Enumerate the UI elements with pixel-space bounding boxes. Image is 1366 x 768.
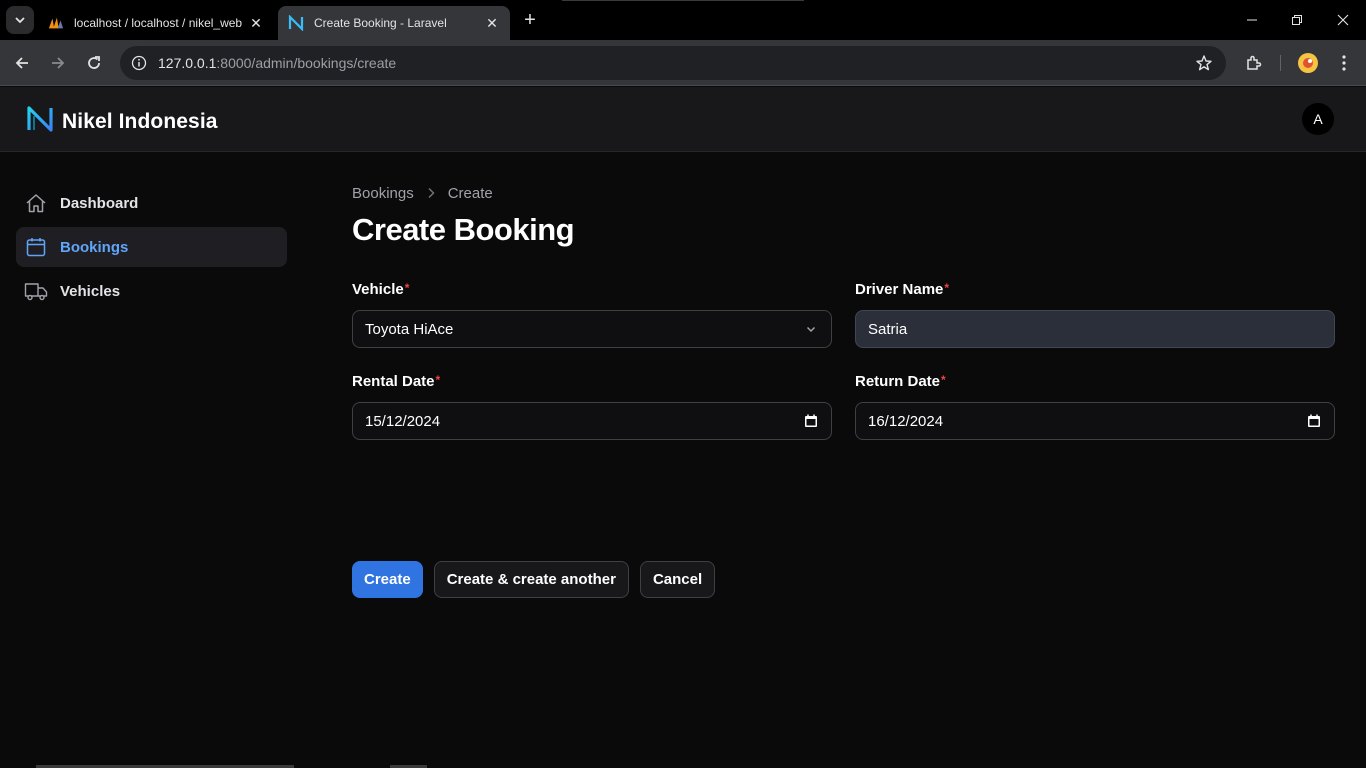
main-content: Bookings Create Create Booking Vehicle* … xyxy=(352,183,1335,598)
site-info-icon[interactable] xyxy=(122,46,156,80)
vehicle-select-value: Toyota HiAce xyxy=(365,320,454,338)
rental-date-input[interactable]: 15/12/2024 xyxy=(352,402,832,440)
extensions-icon[interactable] xyxy=(1240,49,1268,77)
label-text: Return Date xyxy=(855,373,941,390)
return-date-input[interactable]: 16/12/2024 xyxy=(855,402,1335,440)
chevron-down-icon xyxy=(803,321,819,337)
label-text: Rental Date xyxy=(352,373,435,390)
address-bar[interactable]: 127.0.0.1:8000/admin/bookings/create xyxy=(120,46,1226,80)
window-drag-hint xyxy=(562,0,804,1)
forward-icon[interactable] xyxy=(44,49,72,77)
breadcrumb-link-bookings[interactable]: Bookings xyxy=(352,185,414,202)
reload-icon[interactable] xyxy=(80,49,108,77)
label-text: Driver Name xyxy=(855,281,944,298)
driver-name-field: Driver Name* Satria xyxy=(855,281,1335,348)
breadcrumb: Bookings Create xyxy=(352,183,1335,203)
required-marker: * xyxy=(941,373,946,387)
vehicle-select[interactable]: Toyota HiAce xyxy=(352,310,832,348)
rental-date-label: Rental Date* xyxy=(352,373,832,393)
new-tab-button[interactable]: + xyxy=(518,8,542,32)
url-host: 127.0.0.1 xyxy=(158,55,217,71)
rental-date-value: 15/12/2024 xyxy=(365,412,441,430)
tab-title: localhost / localhost / nikel_web xyxy=(74,16,243,30)
required-marker: * xyxy=(435,373,441,387)
url-path: :8000/admin/bookings/create xyxy=(216,55,397,71)
close-icon[interactable]: ✕ xyxy=(484,15,500,31)
cancel-button[interactable]: Cancel xyxy=(639,561,716,598)
sidebar-item-vehicles[interactable]: Vehicles xyxy=(16,271,287,311)
page-title: Create Booking xyxy=(352,212,575,247)
form-actions: Create Create & create another Cancel xyxy=(352,561,726,598)
more-menu-icon[interactable] xyxy=(1330,49,1358,77)
sidebar-item-label: Vehicles xyxy=(60,282,121,300)
url-text: 127.0.0.1:8000/admin/bookings/create xyxy=(158,55,396,71)
nikel-logo-icon xyxy=(288,15,304,31)
driver-name-value: Satria xyxy=(868,320,908,338)
toolbar-divider xyxy=(1280,55,1281,71)
profile-avatar-icon[interactable] xyxy=(1294,49,1322,77)
return-date-value: 16/12/2024 xyxy=(868,412,944,430)
bookmark-star-icon[interactable] xyxy=(1194,53,1214,73)
home-icon xyxy=(24,191,48,215)
create-button[interactable]: Create xyxy=(352,561,423,598)
app-header: Nikel Indonesia A xyxy=(0,87,1366,152)
browser-toolbar: 127.0.0.1:8000/admin/bookings/create xyxy=(0,40,1366,86)
nikel-logo-icon xyxy=(26,105,54,138)
close-window-icon[interactable] xyxy=(1320,0,1366,40)
sidebar-item-label: Dashboard xyxy=(60,194,139,212)
vehicle-field: Vehicle* Toyota HiAce xyxy=(352,281,832,348)
restore-icon[interactable] xyxy=(1274,0,1320,40)
create-another-button[interactable]: Create & create another xyxy=(433,561,629,598)
label-text: Vehicle xyxy=(352,281,404,298)
back-icon[interactable] xyxy=(8,49,36,77)
phpmyadmin-icon xyxy=(48,15,64,31)
breadcrumb-current: Create xyxy=(447,184,493,202)
minimize-icon[interactable] xyxy=(1229,0,1275,40)
brand-link[interactable]: Nikel Indonesia xyxy=(26,105,218,138)
rental-date-field: Rental Date* 15/12/2024 xyxy=(352,373,832,440)
driver-name-input[interactable]: Satria xyxy=(855,310,1335,348)
sidebar-item-label: Bookings xyxy=(60,238,129,256)
calendar-picker-icon[interactable] xyxy=(1306,413,1322,429)
sidebar: Dashboard Bookings Vehicles xyxy=(16,183,287,315)
close-icon[interactable]: ✕ xyxy=(248,15,264,31)
required-marker: * xyxy=(944,281,950,295)
required-marker: * xyxy=(404,281,410,295)
user-avatar[interactable]: A xyxy=(1302,103,1334,135)
tab-title: Create Booking - Laravel xyxy=(314,16,447,30)
browser-tab-phpmyadmin[interactable]: localhost / localhost / nikel_web ✕ xyxy=(38,6,274,40)
return-date-field: Return Date* 16/12/2024 xyxy=(855,373,1335,440)
calendar-picker-icon[interactable] xyxy=(803,413,819,429)
sidebar-item-bookings[interactable]: Bookings xyxy=(16,227,287,267)
chevron-right-icon xyxy=(426,187,436,199)
tab-search-button[interactable] xyxy=(6,6,34,34)
brand-name: Nikel Indonesia xyxy=(62,109,218,133)
return-date-label: Return Date* xyxy=(855,373,1335,393)
vehicle-label: Vehicle* xyxy=(352,281,832,301)
driver-name-label: Driver Name* xyxy=(855,281,1335,301)
browser-tab-create-booking[interactable]: Create Booking - Laravel ✕ xyxy=(278,6,510,40)
browser-tab-strip: localhost / localhost / nikel_web ✕ Crea… xyxy=(0,0,1366,40)
calendar-icon xyxy=(24,235,48,259)
chevron-down-icon xyxy=(15,17,25,24)
sidebar-item-dashboard[interactable]: Dashboard xyxy=(16,183,287,223)
truck-icon xyxy=(24,279,48,303)
